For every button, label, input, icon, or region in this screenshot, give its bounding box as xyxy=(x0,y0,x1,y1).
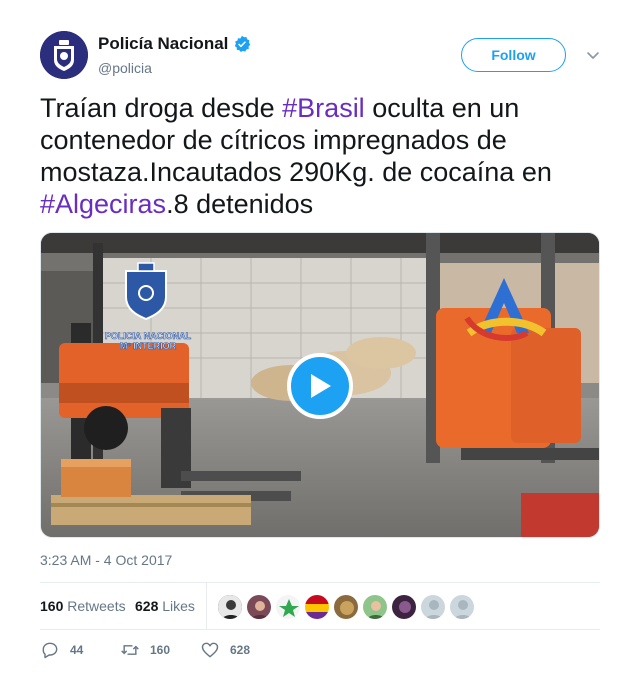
stats-bar: 160 Retweets 628 Likes xyxy=(40,582,600,630)
hashtag-link-brasil[interactable]: #Brasil xyxy=(282,93,365,123)
police-badge-icon xyxy=(40,31,88,79)
reply-button[interactable]: 44 xyxy=(40,640,83,660)
liker-avatar[interactable] xyxy=(449,594,475,620)
account-handle[interactable]: @policia xyxy=(98,60,152,76)
liker-avatar[interactable] xyxy=(217,594,243,620)
verified-badge-icon xyxy=(235,35,251,53)
watermark-text-line1: POLICIA NACIONAL xyxy=(105,331,192,341)
tweet-text-segment: Traían droga desde xyxy=(40,93,283,123)
hashtag-link-algeciras[interactable]: #Algeciras xyxy=(40,189,166,219)
tweet-header: Policía Nacional @policia Follow xyxy=(40,31,600,79)
like-count: 628 xyxy=(230,643,251,657)
likes-count: 628 xyxy=(135,598,159,614)
name-row: Policía Nacional xyxy=(98,34,251,54)
follow-button[interactable]: Follow xyxy=(461,38,566,72)
retweet-button[interactable]: 160 xyxy=(120,640,170,660)
display-name[interactable]: Policía Nacional xyxy=(98,34,228,54)
retweet-count: 160 xyxy=(150,643,171,657)
liker-avatars xyxy=(217,594,478,620)
stats-divider xyxy=(206,583,207,629)
liker-avatar[interactable] xyxy=(304,594,330,620)
reply-count: 44 xyxy=(70,643,84,657)
liker-avatar[interactable] xyxy=(333,594,359,620)
liker-avatar[interactable] xyxy=(275,594,301,620)
likes-label: Likes xyxy=(162,598,195,614)
retweets-count: 160 xyxy=(40,598,64,614)
profile-avatar[interactable] xyxy=(40,31,88,79)
liker-avatar[interactable] xyxy=(362,594,388,620)
like-button[interactable]: 628 xyxy=(200,640,250,660)
chevron-down-icon[interactable] xyxy=(585,47,601,63)
tweet-text: Traían droga desde #Brasil oculta en un … xyxy=(40,92,600,220)
reply-icon xyxy=(42,642,58,659)
retweets-stat[interactable]: 160 Retweets xyxy=(40,598,126,614)
heart-icon xyxy=(201,642,219,658)
play-button[interactable] xyxy=(287,353,353,419)
tweet-text-segment: .8 detenidos xyxy=(166,189,314,219)
retweet-icon xyxy=(121,645,139,655)
likes-stat[interactable]: 628 Likes xyxy=(135,598,195,614)
video-player[interactable]: POLICIA NACIONAL Mº INTERIOR xyxy=(40,232,600,538)
liker-avatar[interactable] xyxy=(246,594,272,620)
watermark-text-line2: Mº INTERIOR xyxy=(120,341,177,351)
liker-avatar[interactable] xyxy=(420,594,446,620)
action-bar: 44 160 628 xyxy=(40,640,600,664)
retweets-label: Retweets xyxy=(67,598,126,614)
tweet-timestamp[interactable]: 3:23 AM - 4 Oct 2017 xyxy=(40,552,172,568)
play-icon xyxy=(311,374,331,398)
liker-avatar[interactable] xyxy=(391,594,417,620)
